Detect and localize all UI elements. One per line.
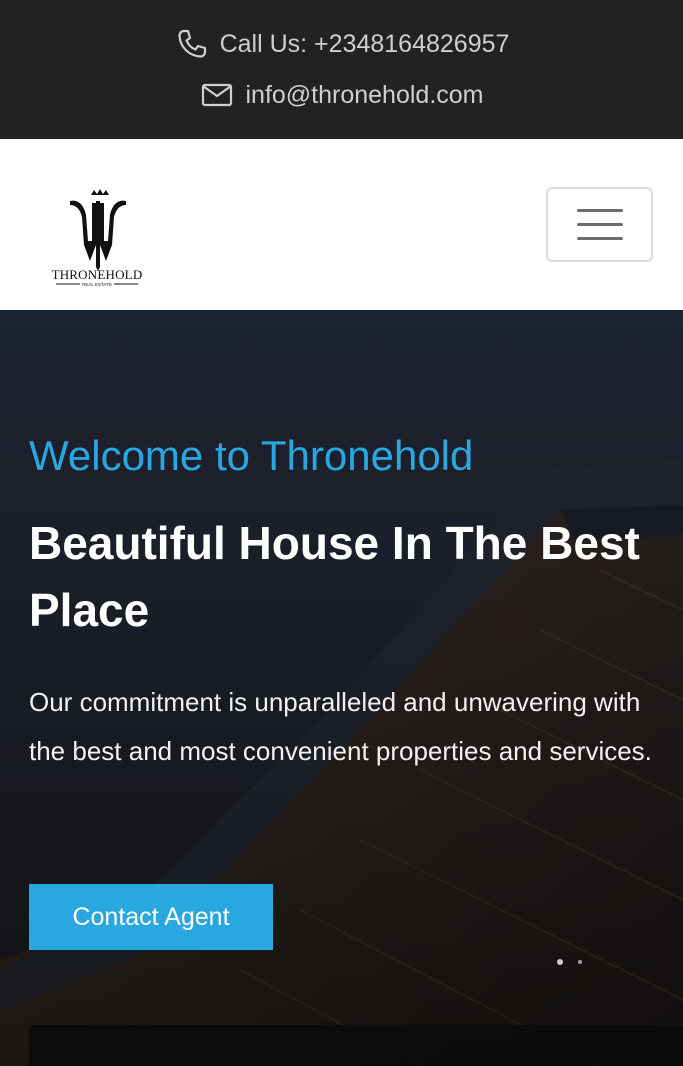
navbar: THRONEHOLD REAL ESTATE: [0, 139, 683, 310]
top-contact-bar: Call Us: +2348164826957 info@thronehold.…: [0, 0, 683, 139]
hero-bottom-panel: [29, 1025, 683, 1066]
phone-icon: [174, 28, 210, 60]
hamburger-icon: [576, 209, 623, 212]
hero-welcome-heading: Welcome to Thronehold: [29, 432, 474, 479]
email-contact[interactable]: info@thronehold.com: [0, 79, 683, 111]
hero-headline: Beautiful House In The Best Place: [29, 517, 640, 636]
phone-contact[interactable]: Call Us: +2348164826957: [0, 28, 683, 60]
email-link[interactable]: info@thronehold.com: [245, 80, 483, 110]
hero-section: Welcome to Thronehold Beautiful House In…: [0, 310, 683, 1066]
hamburger-icon-bar: [576, 223, 623, 226]
hamburger-icon-bar: [576, 237, 623, 240]
hero-description: Our commitment is unparalleled and unwav…: [29, 687, 652, 766]
envelope-icon: [199, 79, 235, 111]
thronehold-logo[interactable]: THRONEHOLD REAL ESTATE: [40, 183, 155, 288]
menu-toggle-button[interactable]: [546, 187, 653, 262]
logo-tagline: REAL ESTATE: [82, 282, 112, 287]
contact-agent-button[interactable]: Contact Agent: [29, 884, 273, 950]
logo-wordmark: THRONEHOLD: [52, 267, 143, 282]
phone-link[interactable]: Call Us: +2348164826957: [220, 29, 510, 59]
